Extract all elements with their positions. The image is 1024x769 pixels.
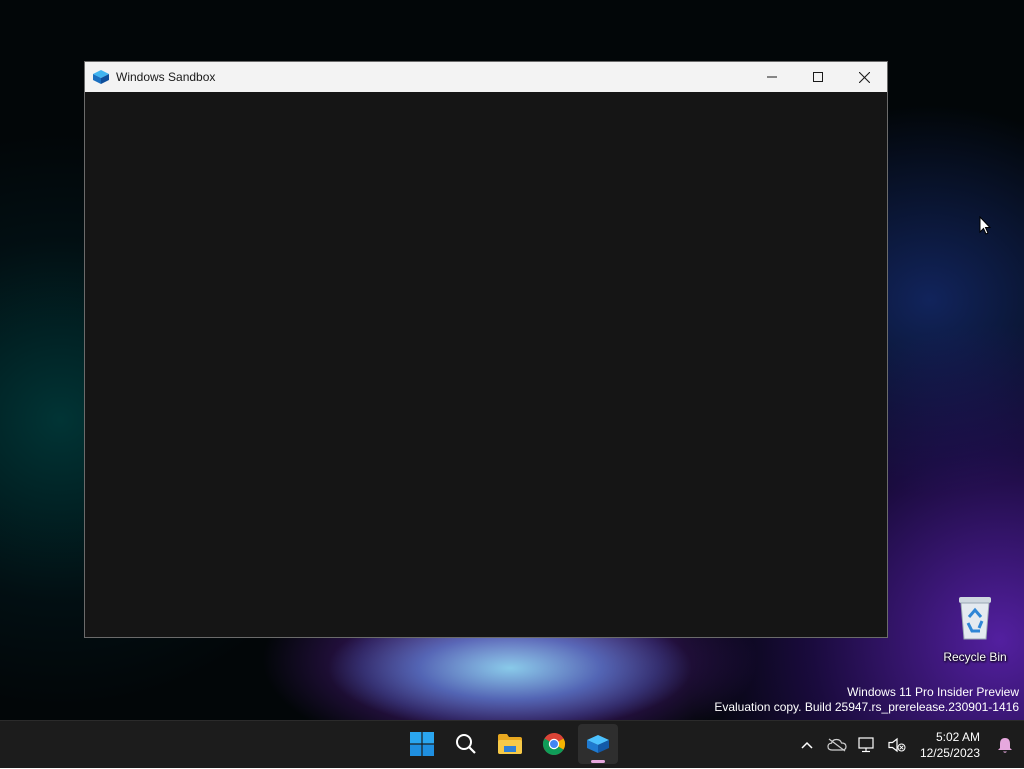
search-icon xyxy=(456,734,476,754)
windows-logo-icon xyxy=(410,732,434,756)
taskbar: 5:02 AM 12/25/2023 xyxy=(0,720,1024,768)
close-button[interactable] xyxy=(841,62,887,92)
recycle-bin-icon xyxy=(959,597,991,640)
search-button[interactable] xyxy=(446,724,486,764)
notifications-button[interactable] xyxy=(990,725,1020,765)
chrome-button[interactable] xyxy=(534,724,574,764)
sandbox-icon xyxy=(587,735,609,753)
network-icon xyxy=(858,737,874,753)
volume-muted-icon xyxy=(888,737,906,753)
folder-icon xyxy=(498,734,522,754)
network-tray-button[interactable] xyxy=(852,725,882,765)
show-hidden-icons-button[interactable] xyxy=(792,725,822,765)
close-icon xyxy=(858,71,870,83)
desktop: Windows Sandbox Recycle Bin Windows 11 P… xyxy=(0,0,1024,768)
volume-tray-button[interactable] xyxy=(882,725,912,765)
title-bar[interactable]: Windows Sandbox xyxy=(85,62,887,92)
chrome-icon xyxy=(543,733,565,755)
recycle-bin-label: Recycle Bin xyxy=(943,650,1007,664)
evaluation-watermark: Windows 11 Pro Insider Preview Evaluatio… xyxy=(714,685,1019,715)
clock-button[interactable]: 5:02 AM 12/25/2023 xyxy=(912,729,990,761)
bell-icon xyxy=(998,737,1012,753)
chevron-up-icon xyxy=(801,741,813,749)
active-app-indicator xyxy=(591,760,605,763)
clock-time: 5:02 AM xyxy=(935,730,980,744)
maximize-icon xyxy=(813,72,823,82)
start-button[interactable] xyxy=(402,724,442,764)
watermark-edition: Windows 11 Pro Insider Preview xyxy=(847,685,1019,699)
sandbox-client-area[interactable] xyxy=(85,92,887,637)
windows-sandbox-taskbar-button[interactable] xyxy=(578,724,618,764)
cloud-offline-icon xyxy=(827,738,847,752)
sandbox-icon xyxy=(93,69,109,85)
minimize-icon xyxy=(767,76,777,78)
sandbox-window: Windows Sandbox xyxy=(84,61,888,638)
file-explorer-button[interactable] xyxy=(490,724,530,764)
window-title: Windows Sandbox xyxy=(116,70,216,84)
maximize-button[interactable] xyxy=(795,62,841,92)
mouse-cursor-icon xyxy=(979,216,991,235)
recycle-bin-shortcut[interactable]: Recycle Bin xyxy=(940,595,1010,664)
watermark-build: Evaluation copy. Build 25947.rs_prerelea… xyxy=(714,700,1019,714)
minimize-button[interactable] xyxy=(749,62,795,92)
clock-date: 12/25/2023 xyxy=(919,746,980,760)
system-tray: 5:02 AM 12/25/2023 xyxy=(792,721,1024,769)
taskbar-apps xyxy=(402,724,618,764)
caption-buttons xyxy=(749,62,887,92)
onedrive-tray-button[interactable] xyxy=(822,725,852,765)
